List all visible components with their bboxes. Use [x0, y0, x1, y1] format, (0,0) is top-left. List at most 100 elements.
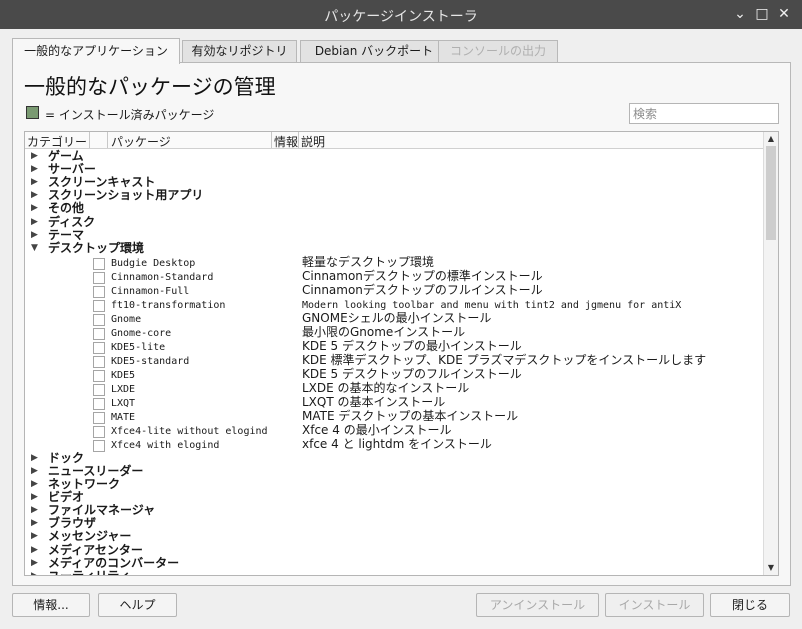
expand-right-icon[interactable]: ▶ [31, 229, 38, 242]
tree-row-package[interactable]: Cinnamon-Standard Cinnamonデスクトップの標準インストール [25, 269, 763, 284]
tree-row-package[interactable]: Gnome-core 最小限のGnomeインストール [25, 325, 763, 340]
search-input[interactable] [629, 103, 779, 124]
tree-row-category[interactable]: ▶ サーバー [25, 163, 763, 176]
tab-console-output[interactable]: コンソールの出力 [438, 40, 558, 63]
tree-row-category[interactable]: ▶ テーマ [25, 228, 763, 242]
install-button[interactable]: インストール [605, 593, 704, 617]
tree-row-package[interactable]: LXDE LXDE の基本的なインストール [25, 381, 763, 396]
expand-right-icon[interactable]: ▶ [31, 504, 38, 517]
tree-row-package[interactable]: Cinnamon-Full Cinnamonデスクトップのフルインストール [25, 283, 763, 298]
tree-row-category[interactable]: ▶ スクリーンショット用アプリ [25, 189, 763, 202]
tree-row-package[interactable]: Xfce4 with elogind xfce 4 と lightdm をインスト… [25, 437, 763, 452]
tree-row-package[interactable]: KDE5-lite KDE 5 デスクトップの最小インストール [25, 339, 763, 354]
tab-debian-backports[interactable]: Debian バックポート [300, 40, 448, 63]
column-divider[interactable] [89, 132, 90, 148]
expand-down-icon[interactable]: ▼ [31, 242, 38, 255]
minimize-icon[interactable]: ⌄ [731, 5, 749, 23]
package-name: Cinnamon-Standard [111, 271, 214, 283]
expand-right-icon[interactable]: ▶ [31, 163, 38, 176]
package-checkbox[interactable] [93, 425, 105, 438]
package-checkbox[interactable] [93, 285, 105, 298]
tree-row-package[interactable]: Budgie Desktop 軽量なデスクトップ環境 [25, 255, 763, 270]
tree-row-package[interactable]: MATE MATE デスクトップの基本インストール [25, 409, 763, 424]
tree-row-package[interactable]: KDE5 KDE 5 デスクトップのフルインストール [25, 367, 763, 382]
column-divider[interactable] [107, 132, 108, 148]
scroll-up-icon[interactable]: ▲ [764, 133, 778, 145]
tree-row-category-expanded[interactable]: ▼ デスクトップ環境 [25, 241, 763, 255]
tree-row-category[interactable]: ▶ ドック [25, 451, 763, 465]
expand-right-icon[interactable]: ▶ [31, 176, 38, 189]
package-checkbox[interactable] [93, 313, 105, 326]
tab-repositories[interactable]: 有効なリポジトリ [182, 40, 297, 63]
close-button[interactable]: 閉じる [710, 593, 790, 617]
tree-row-category[interactable]: ▶ ビデオ [25, 491, 763, 504]
package-checkbox[interactable] [93, 383, 105, 396]
package-checkbox[interactable] [93, 439, 105, 452]
tree-row-category[interactable]: ▶ ニュースリーダー [25, 464, 763, 478]
tree-row-category[interactable]: ▶ ディスク [25, 214, 763, 229]
tree-row-package[interactable]: KDE5-standard KDE 標準デスクトップ、KDE プラズマデスクトップ… [25, 353, 763, 368]
tree-row-category[interactable]: ▶ ブラウザ [25, 517, 763, 530]
package-name: KDE5 [111, 369, 136, 381]
expand-right-icon[interactable]: ▶ [31, 530, 38, 543]
tree-row-package[interactable]: Xfce4-lite without elogind Xfce 4 の最小インスト… [25, 423, 763, 438]
scrollbar-thumb[interactable] [766, 146, 776, 240]
package-checkbox[interactable] [93, 355, 105, 368]
expand-right-icon[interactable]: ▶ [31, 465, 38, 478]
package-checkbox[interactable] [93, 327, 105, 340]
package-description: LXQT の基本インストール [302, 394, 446, 409]
help-button[interactable]: ヘルプ [98, 593, 177, 617]
column-header-description[interactable]: 説明 [301, 133, 325, 150]
tree-row-category[interactable]: ▶ ファイルマネージャ [25, 504, 763, 517]
expand-right-icon[interactable]: ▶ [31, 491, 38, 504]
column-header-package[interactable]: パッケージ [111, 133, 171, 150]
package-name: Xfce4-lite without elogind [111, 425, 268, 437]
expand-right-icon[interactable]: ▶ [31, 216, 38, 229]
expand-right-icon[interactable]: ▶ [31, 544, 38, 557]
tab-general-apps[interactable]: 一般的なアプリケーション [12, 38, 180, 64]
package-name: ft10-transformation [111, 299, 226, 311]
category-label: ディスク [48, 214, 96, 229]
tree-row-category[interactable]: ▶ メディアのコンバーター [25, 556, 763, 570]
tree-row-category[interactable]: ▶ ネットワーク [25, 478, 763, 491]
tree-row-category[interactable]: ▶ ユーティリティ [25, 569, 763, 575]
column-divider[interactable] [271, 132, 272, 148]
expand-right-icon[interactable]: ▶ [31, 189, 38, 202]
expand-right-icon[interactable]: ▶ [31, 452, 38, 465]
expand-right-icon[interactable]: ▶ [31, 570, 38, 575]
package-checkbox[interactable] [93, 397, 105, 410]
column-header-category[interactable]: カテゴリー [27, 133, 87, 150]
package-checkbox[interactable] [93, 411, 105, 424]
tree-row-package[interactable]: LXQT LXQT の基本インストール [25, 394, 763, 410]
expand-right-icon[interactable]: ▶ [31, 517, 38, 530]
expand-right-icon[interactable]: ▶ [31, 202, 38, 215]
package-checkbox[interactable] [93, 341, 105, 354]
maximize-icon[interactable]: □ [753, 5, 771, 23]
info-button[interactable]: 情報... [12, 593, 90, 617]
uninstall-button[interactable]: アンインストール [476, 593, 599, 617]
column-divider[interactable] [298, 132, 299, 148]
close-icon[interactable]: ✕ [775, 5, 793, 23]
scroll-down-icon[interactable]: ▼ [764, 562, 778, 574]
tree-header: カテゴリー パッケージ 情報 説明 [25, 132, 763, 149]
tree-row-package[interactable]: ft10-transformation Modern looking toolba… [25, 298, 763, 312]
package-name: Gnome-core [111, 327, 172, 339]
tree-row-category[interactable]: ▶ メディアセンター [25, 543, 763, 557]
tree-row-category[interactable]: ▶ ゲーム [25, 150, 763, 163]
package-name: Cinnamon-Full [111, 285, 190, 297]
package-checkbox[interactable] [93, 299, 105, 312]
package-name: LXDE [111, 383, 136, 395]
tree-row-category[interactable]: ▶ メッセンジャー [25, 530, 763, 543]
expand-right-icon[interactable]: ▶ [31, 478, 38, 491]
expand-right-icon[interactable]: ▶ [31, 557, 38, 570]
package-tree[interactable]: カテゴリー パッケージ 情報 説明 ▶ ゲーム ▶ サーバー ▶ スクリーンキャスト ▶ スク… [24, 131, 779, 576]
vertical-scrollbar[interactable]: ▲ ▼ [763, 132, 778, 575]
tree-row-category[interactable]: ▶ その他 [25, 202, 763, 215]
package-description: GNOMEシェルの最小インストール [302, 310, 492, 325]
tree-row-package[interactable]: Gnome GNOMEシェルの最小インストール [25, 310, 763, 326]
package-checkbox[interactable] [93, 257, 105, 270]
package-checkbox[interactable] [93, 271, 105, 284]
package-checkbox[interactable] [93, 369, 105, 382]
column-header-info[interactable]: 情報 [274, 133, 298, 150]
expand-right-icon[interactable]: ▶ [31, 150, 38, 163]
